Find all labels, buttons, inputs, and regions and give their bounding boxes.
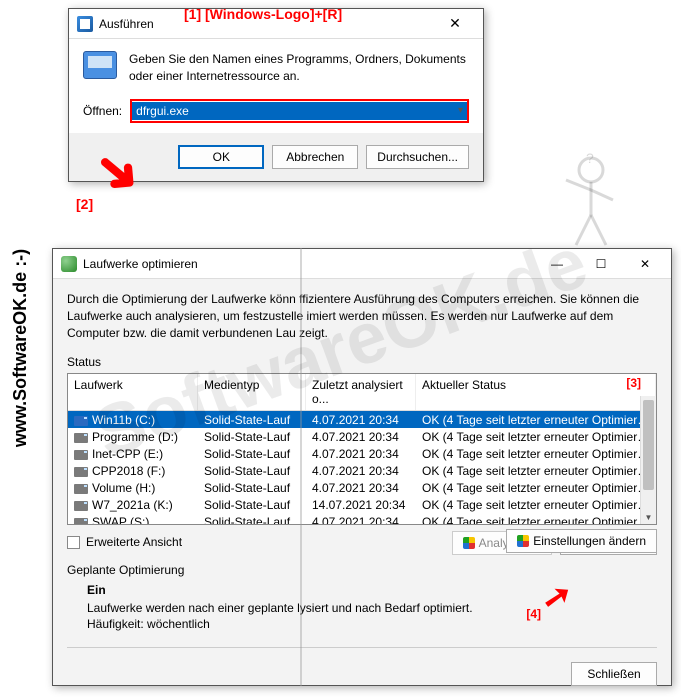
drive-icon [74,518,88,526]
advanced-view-label: Erweiterte Ansicht [86,535,182,549]
scrollbar-thumb[interactable] [643,400,654,490]
run-description: Geben Sie den Namen eines Programms, Ord… [129,51,469,85]
drive-row[interactable]: CPP2018 (F:)Solid-State-Lauf4.07.2021 20… [68,462,656,479]
drive-listview[interactable]: Laufwerk Medientyp Zuletzt analysiert o.… [67,373,657,525]
schedule-frequency: Häufigkeit: wöchentlich [87,617,657,631]
maximize-button[interactable]: ☐ [579,250,623,278]
drive-icon [74,416,88,426]
close-button[interactable]: ✕ [435,10,475,38]
optimize-icon [61,256,77,272]
drive-row[interactable]: SWAP (S:)Solid-State-Lauf4.07.2021 20:34… [68,513,656,525]
annotation-1: [1] [Windows-Logo]+[R] [184,6,342,22]
optimize-titlebar[interactable]: Laufwerke optimieren — ☐ ✕ [53,249,671,279]
col-date[interactable]: Zuletzt analysiert o... [306,374,416,410]
svg-text:?: ? [586,150,594,166]
drive-row[interactable]: Win11b (C:)Solid-State-Lauf4.07.2021 20:… [68,411,656,428]
stick-figure-watermark: ? [541,150,621,250]
col-type[interactable]: Medientyp [198,374,306,410]
col-name[interactable]: Laufwerk [68,374,198,410]
drive-icon [74,467,88,477]
status-label: Status [67,355,657,369]
open-label: Öffnen: [83,104,122,118]
open-combobox[interactable]: ▾ [130,99,469,123]
drive-icon [74,450,88,460]
drive-icon [74,433,88,443]
optimize-drives-window: Laufwerke optimieren — ☐ ✕ Durch die Opt… [52,248,672,686]
optimize-description: Durch die Optimierung der Laufwerke könn… [67,291,657,341]
drive-row[interactable]: Inet-CPP (E:)Solid-State-Lauf4.07.2021 2… [68,445,656,462]
run-icon [77,16,93,32]
scroll-down-icon[interactable]: ▼ [641,510,656,524]
advanced-view-checkbox[interactable] [67,536,80,549]
drive-row[interactable]: Programme (D:)Solid-State-Lauf4.07.2021 … [68,428,656,445]
drive-row[interactable]: W7_2021a (K:)Solid-State-Lauf14.07.2021 … [68,496,656,513]
close-button[interactable]: ✕ [623,250,667,278]
close-window-button[interactable]: Schließen [571,662,657,686]
column-headers[interactable]: Laufwerk Medientyp Zuletzt analysiert o.… [68,374,656,411]
scheduled-title: Geplante Optimierung [67,563,657,577]
schedule-description: Laufwerke werden nach einer geplante lys… [87,601,657,615]
col-status[interactable]: Aktueller Status[3] [416,374,656,410]
drive-icon [74,484,88,494]
change-settings-button[interactable]: Einstellungen ändern [506,529,657,553]
scrollbar[interactable]: ▲ ▼ [640,396,656,524]
annotation-2: [2] [76,196,93,212]
shield-icon [517,535,529,547]
open-input[interactable] [132,102,467,120]
ok-button[interactable]: OK [178,145,264,169]
annotation-3: [3] [626,376,641,390]
watermark-side-text: www.SoftwareOK.de :-) [10,248,31,446]
drive-row[interactable]: Volume (H:)Solid-State-Lauf4.07.2021 20:… [68,479,656,496]
optimize-title: Laufwerke optimieren [83,257,535,271]
divider [67,647,657,648]
minimize-button[interactable]: — [535,250,579,278]
drive-icon [74,501,88,511]
run-app-icon [83,51,117,79]
cancel-button[interactable]: Abbrechen [272,145,358,169]
browse-button[interactable]: Durchsuchen... [366,145,469,169]
shield-icon [463,537,475,549]
